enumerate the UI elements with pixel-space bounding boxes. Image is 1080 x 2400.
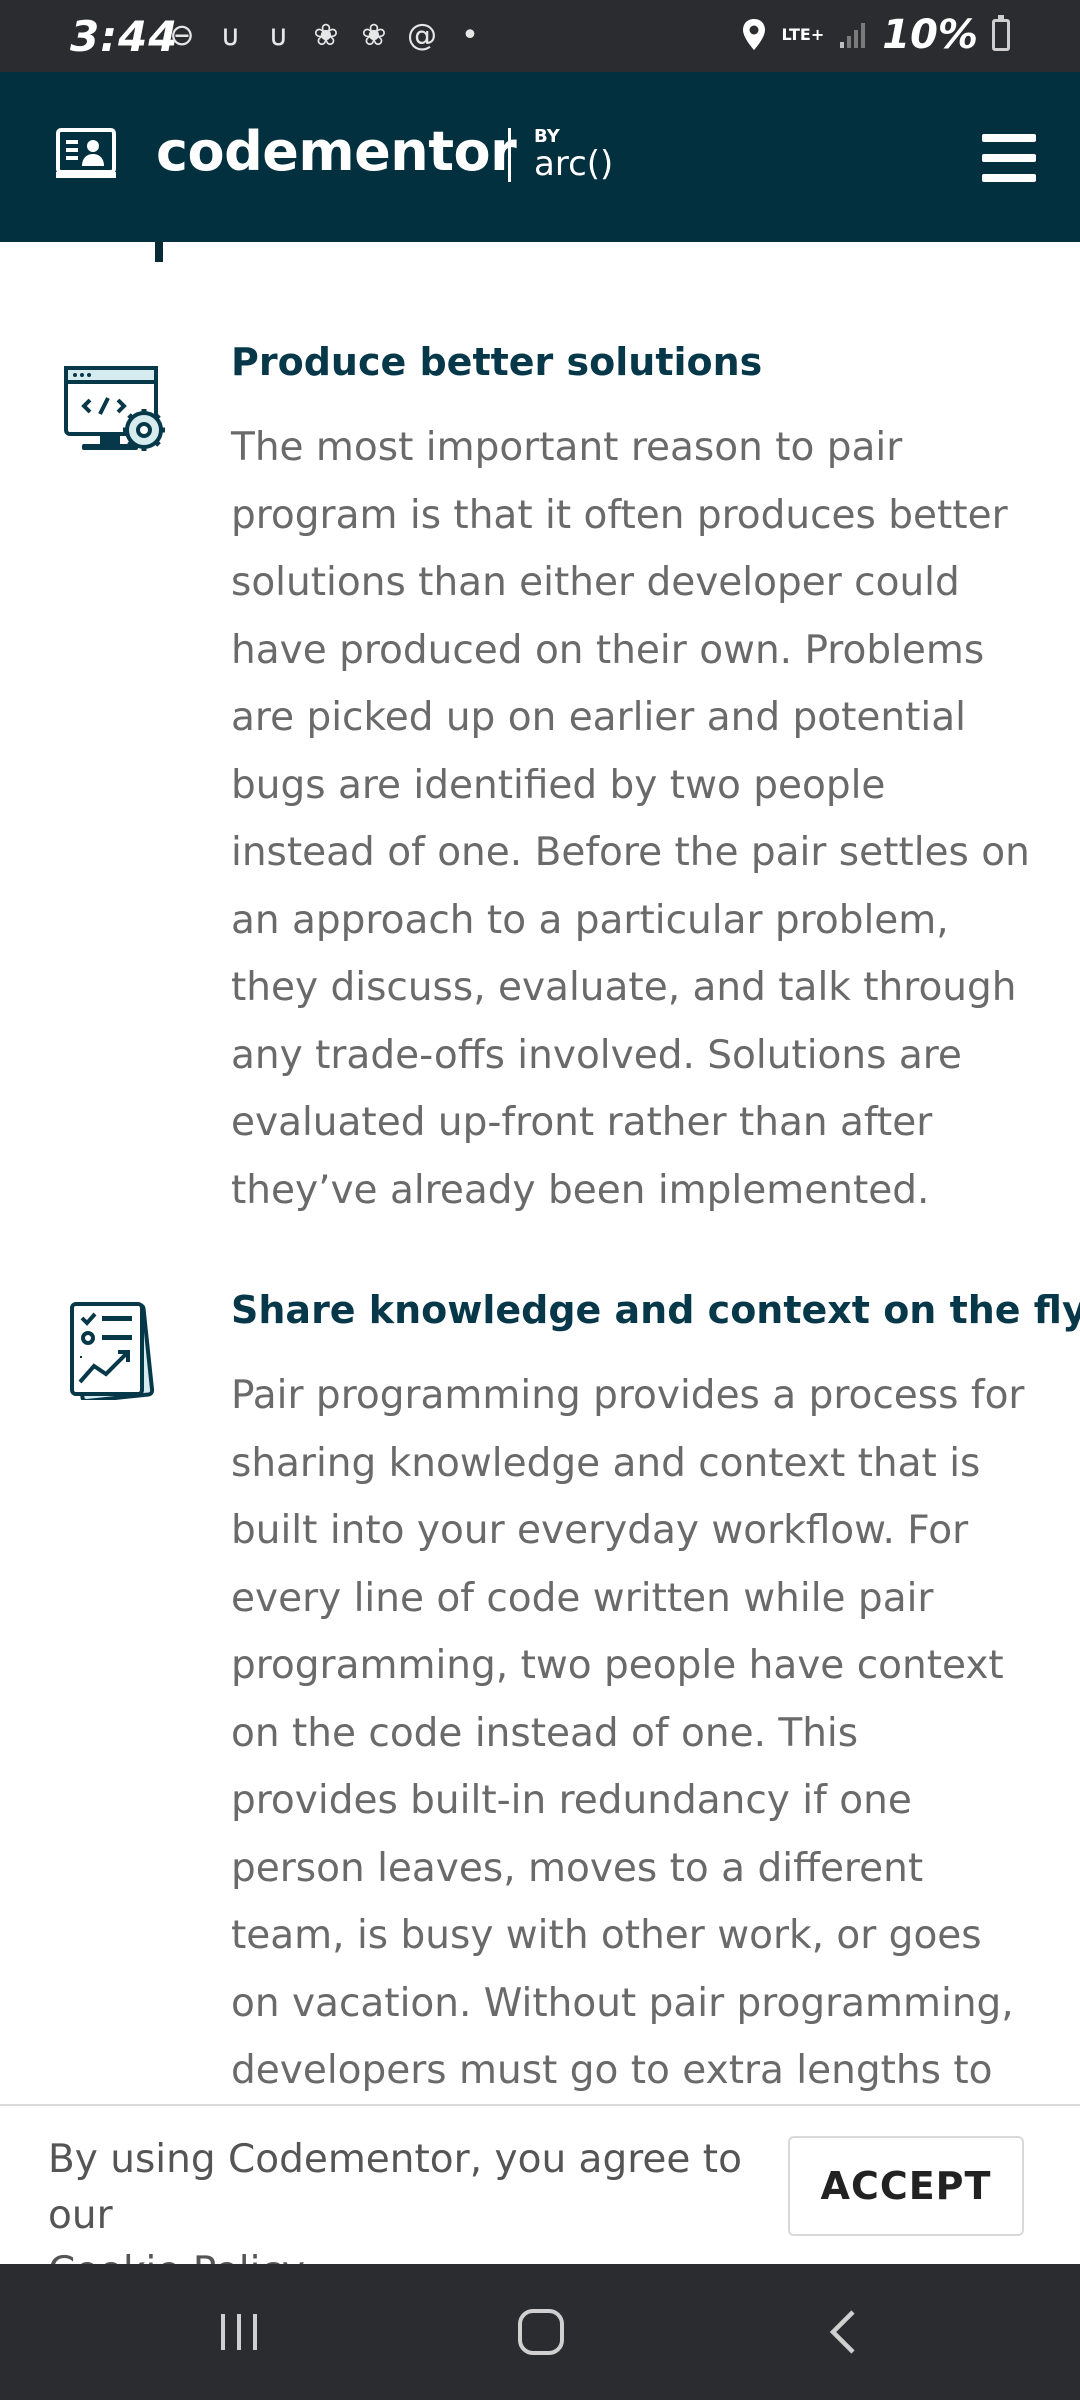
location-icon (743, 19, 766, 50)
app-notification-icon: ᴜ (269, 18, 287, 53)
section-heading-fragment (155, 242, 163, 262)
app-notification-icon: ᴜ (221, 18, 239, 53)
status-time: 3:44 (70, 12, 179, 61)
more-notifications-icon: • (461, 18, 479, 53)
brand-name[interactable]: codementor (156, 120, 517, 183)
cookie-consent-bar: By using Codementor, you agree to our Co… (0, 2104, 1080, 2294)
arc-brand: arc() (534, 144, 614, 184)
brand-divider (508, 128, 511, 182)
feature-produce-better-solutions: Produce better solutions The most import… (0, 340, 1080, 1220)
flower-notification-icon: ❀ (361, 18, 387, 53)
threads-icon: @ (407, 18, 437, 53)
feature-description: Pair programming provides a process for … (231, 1373, 1025, 2161)
menu-line (982, 154, 1036, 162)
feature-title: Share knowledge and context on the fly (231, 1288, 1080, 1332)
menu-line (982, 174, 1036, 182)
hamburger-menu-icon[interactable] (982, 134, 1036, 182)
status-bar: 3:44 ⊖ ᴜ ᴜ ❀ ❀ @ • LTE+ 10% (0, 0, 1080, 72)
cookie-text: By using Codementor, you agree to our (48, 2137, 742, 2238)
signal-icon (840, 23, 866, 48)
notification-icons: ⊖ ᴜ ᴜ ❀ ❀ @ • (164, 18, 488, 53)
flower-notification-icon: ❀ (313, 18, 339, 53)
menu-line (982, 134, 1036, 142)
feature-share-knowledge: Share knowledge and context on the fly P… (0, 1288, 1080, 2161)
network-type: LTE+ (781, 25, 825, 44)
battery-icon (992, 15, 1010, 51)
accept-button[interactable]: ACCEPT (788, 2136, 1024, 2236)
do-not-disturb-icon: ⊖ (169, 18, 195, 53)
recent-apps-icon[interactable] (209, 2304, 269, 2360)
site-header: codementor BY arc() (0, 72, 1080, 242)
code-settings-monitor-icon (64, 366, 165, 451)
home-icon[interactable] (511, 2304, 571, 2360)
back-icon[interactable] (813, 2304, 873, 2360)
system-navigation-bar (0, 2264, 1080, 2400)
feature-title: Produce better solutions (231, 340, 763, 384)
feature-description: The most important reason to pair progra… (231, 425, 1030, 1213)
checklist-report-icon (70, 1302, 155, 1400)
status-right: LTE+ 10% (741, 12, 1010, 58)
codementor-logo-icon[interactable] (56, 128, 116, 180)
battery-percent: 10% (882, 12, 978, 58)
